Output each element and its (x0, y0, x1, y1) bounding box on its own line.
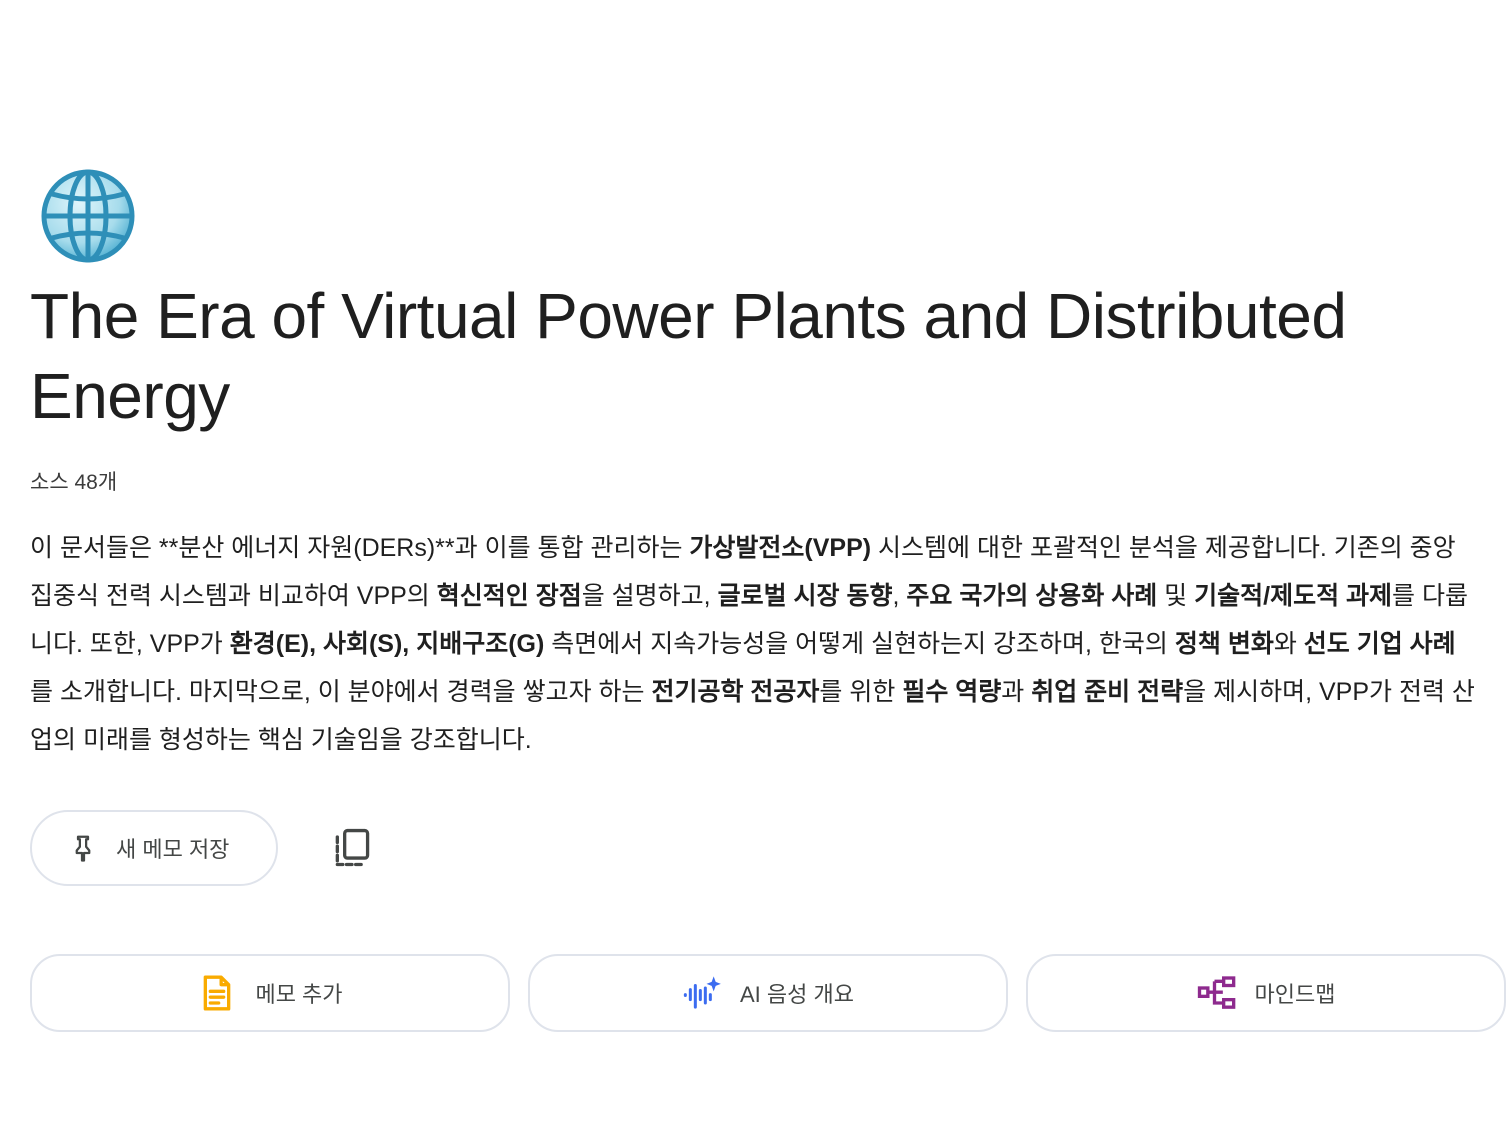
notebook-title: The Era of Virtual Power Plants and Dist… (30, 280, 1347, 432)
summary-highlight: 혁신적인 장점 (436, 582, 582, 610)
copy-icon[interactable] (330, 826, 374, 870)
audio-overview-card[interactable]: AI 음성 개요 (528, 954, 1008, 1032)
note-icon (204, 975, 231, 1011)
summary-text: 을 설명하고, (581, 582, 718, 610)
summary-highlight: 전기공학 전공자 (651, 678, 820, 706)
summary-highlight: 가상발전소(VPP) (689, 534, 872, 562)
summary-highlight: 선도 기업 사례 (1303, 630, 1456, 658)
source-count: 소스 48개 (30, 471, 118, 494)
summary-highlight: 글로벌 시장 동향 (717, 582, 893, 610)
summary-highlight: 주요 국가의 상용화 사례 (906, 582, 1158, 610)
notebook-summary: 이 문서들은 **분산 에너지 자원(DERs)**과 이를 통합 관리하는 가… (30, 524, 1475, 764)
summary-text: 및 (1157, 582, 1195, 610)
summary-text: 측면에서 지속가능성을 어떻게 실현하는지 강조하며, 한국의 (544, 630, 1175, 658)
summary-highlight: 필수 역량 (902, 678, 1002, 706)
summary-text: 이 문서들은 **분산 에너지 자원(DERs)**과 이를 통합 관리하는 (30, 534, 690, 562)
globe-icon (41, 169, 135, 263)
summary-text: 과 (1001, 678, 1032, 706)
audio-overview-icon (683, 976, 721, 1009)
save-note-label: 새 메모 저장 (116, 837, 230, 862)
add-note-card[interactable]: 메모 추가 (30, 954, 510, 1032)
summary-text: 를 위한 (819, 678, 903, 706)
audio-overview-label: AI 음성 개요 (740, 982, 854, 1007)
mindmap-card[interactable]: 마인드맵 (1026, 954, 1506, 1032)
mindmap-label: 마인드맵 (1254, 982, 1336, 1007)
summary-highlight: 기술적/제도적 과제 (1194, 582, 1393, 610)
summary-text: , (892, 582, 907, 610)
summary-highlight: 정책 변화 (1174, 630, 1274, 658)
summary-text: 와 (1273, 630, 1304, 658)
summary-text: 를 소개합니다. 마지막으로, 이 분야에서 경력을 쌓고자 하는 (30, 678, 652, 706)
mindmap-icon (1197, 976, 1235, 1009)
pin-icon (75, 835, 91, 862)
save-note-button[interactable]: 새 메모 저장 (30, 810, 278, 886)
add-note-label: 메모 추가 (255, 982, 343, 1007)
summary-highlight: 환경(E), 사회(S), 지배구조(G) (229, 630, 545, 658)
summary-highlight: 취업 준비 전략 (1031, 678, 1184, 706)
